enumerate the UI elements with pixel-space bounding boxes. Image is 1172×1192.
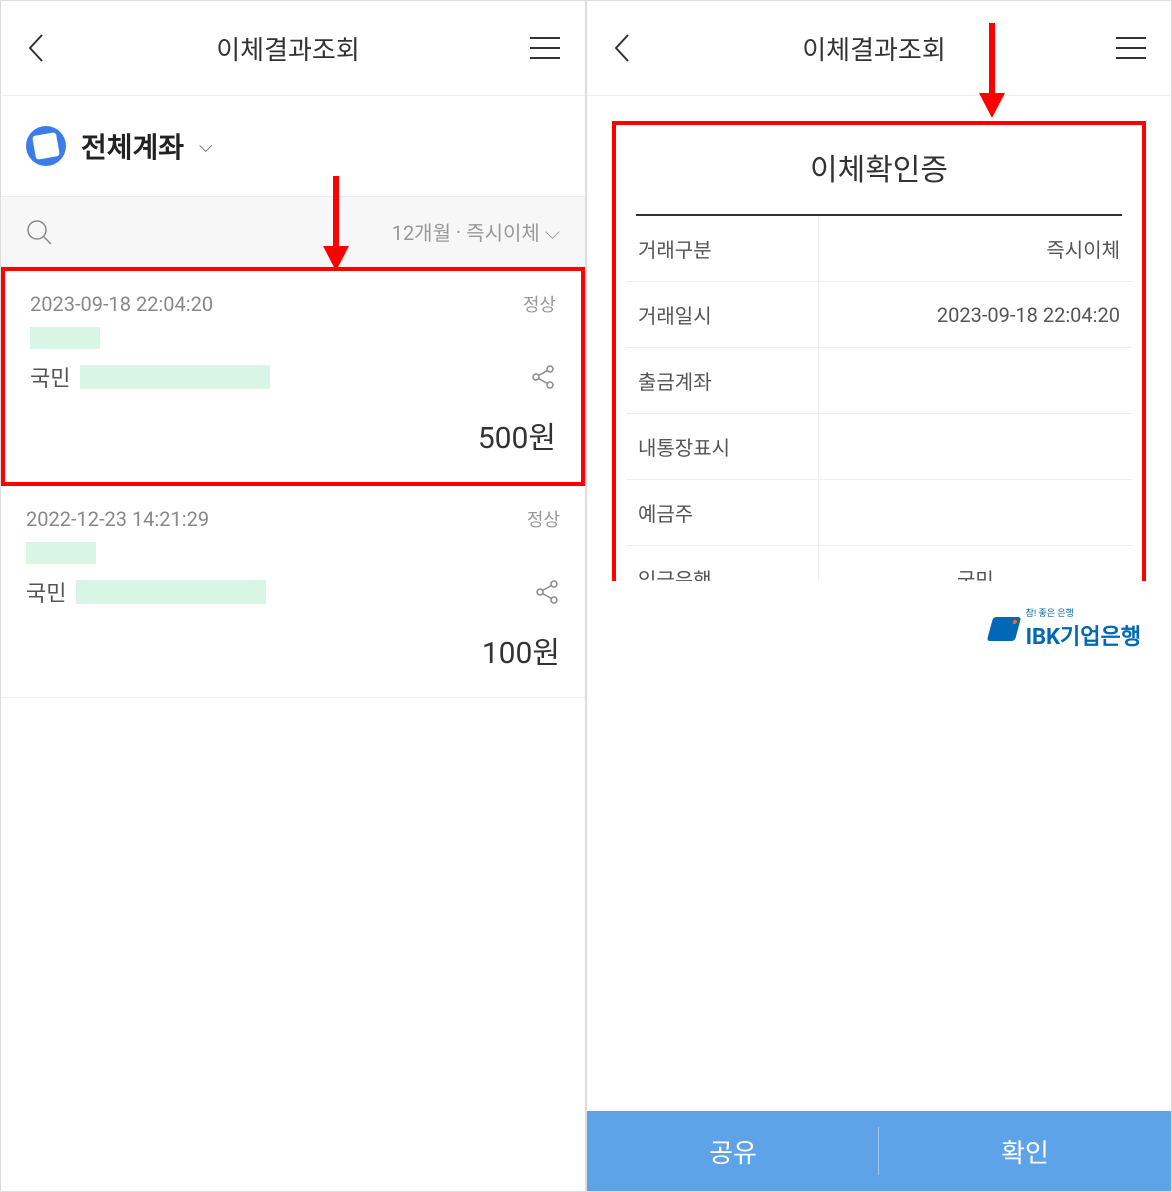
share-button[interactable]: 공유 xyxy=(587,1111,879,1191)
account-label: 전체계좌 xyxy=(81,126,184,166)
certificate-container: 이체확인증 거래구분 즉시이체 거래일시 2023-09-18 22:04:20… xyxy=(587,96,1171,581)
share-icon[interactable] xyxy=(530,364,556,390)
header: 이체결과조회 xyxy=(1,1,585,96)
search-icon[interactable] xyxy=(26,219,52,245)
row-label: 예금주 xyxy=(626,480,818,546)
transaction-date: 2022-12-23 14:21:29 xyxy=(26,507,209,531)
account-selector[interactable]: 전체계좌 ⌵ xyxy=(1,96,585,196)
table-row: 출금계좌 xyxy=(626,348,1132,414)
filter-bar: 12개월 · 즉시이체 ⌵ xyxy=(1,196,585,267)
chevron-down-icon: ⌵ xyxy=(545,220,560,244)
transaction-date: 2023-09-18 22:04:20 xyxy=(30,292,213,316)
row-value xyxy=(818,348,1132,414)
transaction-status: 정상 xyxy=(527,506,560,532)
right-screen: 이체결과조회 이체확인증 거래구분 즉시이체 거래일시 2023-09-18 2… xyxy=(586,0,1172,1192)
table-row: 예금주 xyxy=(626,480,1132,546)
page-title: 이체결과조회 xyxy=(802,30,946,67)
left-screen: 이체결과조회 전체계좌 ⌵ 12개월 · 즉시이체 ⌵ 2023-09-18 2… xyxy=(0,0,586,1192)
row-value xyxy=(818,414,1132,480)
transaction-amount: 100원 xyxy=(26,628,560,672)
header: 이체결과조회 xyxy=(587,1,1171,96)
row-label: 거래일시 xyxy=(626,282,818,348)
page-title: 이체결과조회 xyxy=(216,30,360,67)
row-label: 입금은행 xyxy=(626,546,818,582)
transaction-item[interactable]: 2023-09-18 22:04:20 정상 국민 500원 xyxy=(1,267,585,486)
redacted-block xyxy=(26,542,96,564)
table-row: 거래구분 즉시이체 xyxy=(626,216,1132,282)
bottom-buttons: 공유 확인 xyxy=(587,1111,1171,1191)
menu-icon[interactable] xyxy=(530,37,560,59)
share-icon[interactable] xyxy=(534,579,560,605)
transaction-item[interactable]: 2022-12-23 14:21:29 정상 국민 100원 xyxy=(1,486,585,698)
filter-period: 12개월 xyxy=(392,217,451,246)
back-icon[interactable] xyxy=(26,33,46,63)
annotation-arrow-icon xyxy=(321,176,351,271)
account-icon xyxy=(26,126,66,166)
certificate-box: 이체확인증 거래구분 즉시이체 거래일시 2023-09-18 22:04:20… xyxy=(612,121,1146,581)
ibk-logo-icon xyxy=(986,617,1020,641)
menu-icon[interactable] xyxy=(1116,37,1146,59)
redacted-block xyxy=(76,580,266,604)
transaction-status: 정상 xyxy=(523,291,556,317)
filter-dropdown[interactable]: 12개월 · 즉시이체 ⌵ xyxy=(392,217,560,246)
bank-logo: 참! 좋은 은행 IBK기업은행 xyxy=(587,581,1171,676)
row-value: 국민 xyxy=(818,546,1132,582)
logo-text: IBK기업은행 xyxy=(1026,619,1141,651)
annotation-arrow-icon xyxy=(977,23,1007,118)
row-label: 내통장표시 xyxy=(626,414,818,480)
chevron-down-icon: ⌵ xyxy=(199,136,213,157)
transaction-bank: 국민 xyxy=(26,576,66,608)
row-value xyxy=(818,480,1132,546)
redacted-block xyxy=(30,327,100,349)
back-icon[interactable] xyxy=(612,33,632,63)
row-label: 거래구분 xyxy=(626,216,818,282)
logo-tagline: 참! 좋은 은행 xyxy=(1026,606,1141,619)
filter-type: 즉시이체 xyxy=(466,217,540,246)
row-value: 2023-09-18 22:04:20 xyxy=(818,282,1132,348)
confirm-button[interactable]: 확인 xyxy=(879,1111,1171,1191)
transaction-bank: 국민 xyxy=(30,361,70,393)
table-row: 거래일시 2023-09-18 22:04:20 xyxy=(626,282,1132,348)
redacted-block xyxy=(80,365,270,389)
row-value: 즉시이체 xyxy=(818,216,1132,282)
certificate-table: 거래구분 즉시이체 거래일시 2023-09-18 22:04:20 출금계좌 … xyxy=(626,216,1132,581)
transaction-list: 2023-09-18 22:04:20 정상 국민 500원 2022-12-2… xyxy=(1,267,585,1191)
certificate-title: 이체확인증 xyxy=(626,145,1132,214)
table-row: 입금은행 국민 xyxy=(626,546,1132,582)
transaction-amount: 500원 xyxy=(30,413,556,457)
table-row: 내통장표시 xyxy=(626,414,1132,480)
row-label: 출금계좌 xyxy=(626,348,818,414)
